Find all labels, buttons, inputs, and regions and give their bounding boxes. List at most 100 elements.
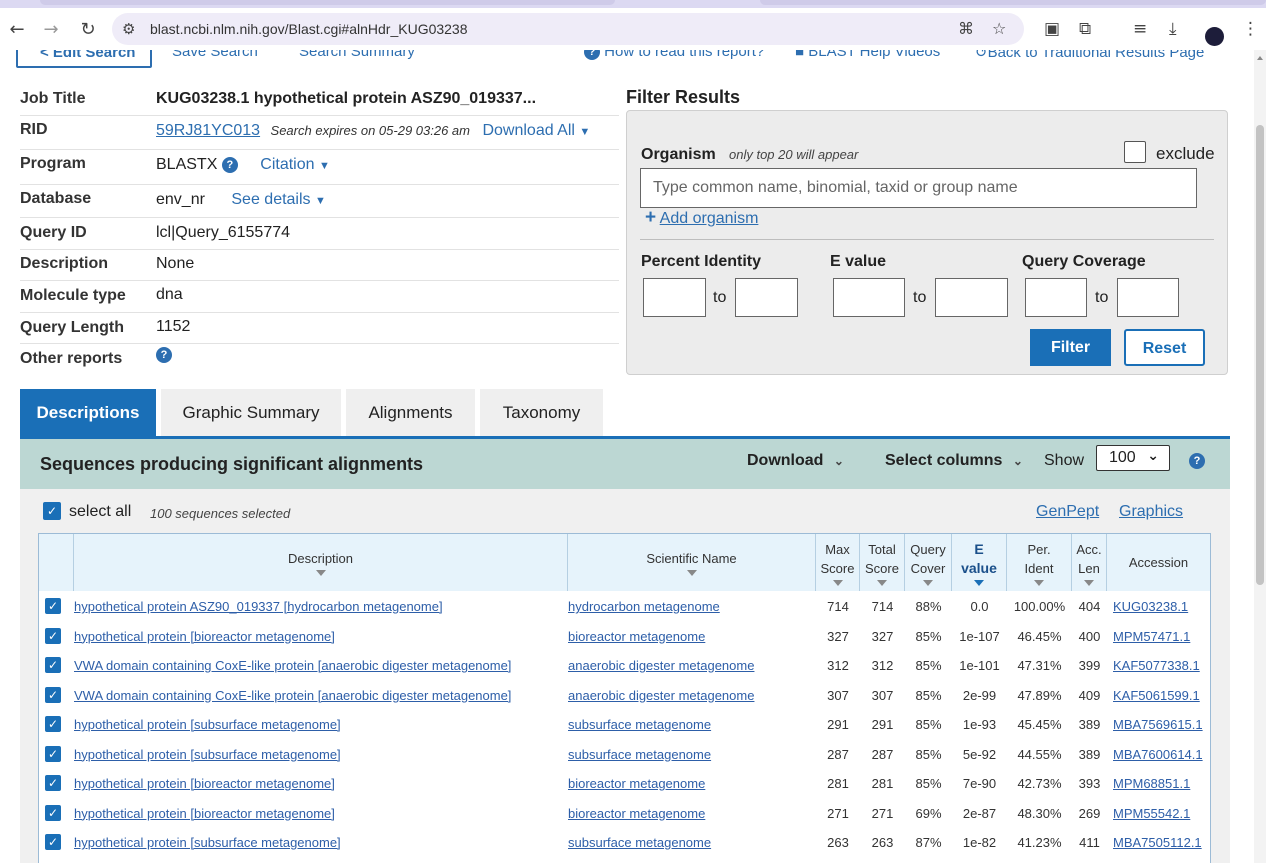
description-link[interactable]: VWA domain containing CoxE-like protein … [74, 688, 511, 703]
scientific-name-link[interactable]: bioreactor metagenome [568, 806, 705, 821]
percent-identity-min-input[interactable] [643, 278, 706, 317]
citation-dropdown[interactable]: Citation ▼ [260, 156, 330, 173]
profile-avatar[interactable] [1205, 27, 1224, 46]
select-all-checkbox[interactable]: ✓ [43, 502, 61, 520]
back-traditional-link[interactable]: ↺Back to Traditional Results Page [975, 50, 1204, 61]
genpept-link[interactable]: GenPept [1036, 503, 1099, 521]
row-checkbox[interactable]: ✓ [45, 686, 61, 703]
how-to-read-link[interactable]: ? How to read this report? [584, 50, 764, 61]
other-reports-help-icon[interactable]: ? [156, 346, 172, 363]
program-help-icon[interactable]: ? [221, 156, 238, 173]
rid-link[interactable]: 59RJ81YC013 [156, 122, 260, 139]
scientific-name-link[interactable]: bioreactor metagenome [568, 629, 705, 644]
header-accession[interactable]: Accession [1107, 534, 1210, 591]
scientific-name-link[interactable]: subsurface metagenome [568, 747, 711, 762]
description-link[interactable]: VWA domain containing CoxE-like protein … [74, 658, 511, 673]
query-cover-cell: 85% [915, 687, 942, 703]
percent-identity-max-input[interactable] [735, 278, 798, 317]
help-videos-link[interactable]: ■ BLAST Help Videos [795, 50, 940, 60]
see-details-dropdown[interactable]: See details ▼ [231, 191, 326, 208]
row-checkbox[interactable]: ✓ [45, 775, 61, 791]
select-columns-dropdown[interactable]: Select columns ⌄ [885, 452, 1023, 470]
description-link[interactable]: hypothetical protein [bioreactor metagen… [74, 776, 335, 791]
puzzle-icon[interactable]: ⧉ [1079, 19, 1091, 39]
accession-link[interactable]: MPM68851.1 [1113, 776, 1190, 791]
address-bar[interactable]: ⚙ blast.ncbi.nlm.nih.gov/Blast.cgi#alnHd… [112, 13, 1024, 45]
row-checkbox[interactable]: ✓ [45, 627, 61, 644]
forward-icon[interactable]: → [38, 16, 64, 42]
extension-icon[interactable]: ▣ [1044, 19, 1060, 39]
save-search-link[interactable]: Save Search [172, 50, 258, 60]
row-checkbox[interactable]: ✓ [45, 598, 61, 614]
accession-link[interactable]: MBA7569615.1 [1113, 717, 1203, 732]
site-info-icon[interactable]: ⚙ [122, 20, 135, 38]
page-scrollbar[interactable] [1254, 50, 1266, 863]
header-total-score[interactable]: Total Score [860, 534, 905, 591]
scrollbar-thumb[interactable] [1256, 125, 1264, 585]
back-icon[interactable]: ← [4, 16, 30, 42]
scientific-name-link[interactable]: anaerobic digester metagenome [568, 658, 754, 673]
header-max-score[interactable]: Max Score [816, 534, 860, 591]
download-all-dropdown[interactable]: Download All ▼ [482, 122, 590, 139]
row-checkbox[interactable]: ✓ [45, 716, 61, 732]
add-organism-link[interactable]: + Add organism [645, 207, 758, 229]
header-query-cover[interactable]: Query Cover [905, 534, 952, 591]
header-e-value[interactable]: Evalue [952, 534, 1007, 591]
accession-link[interactable]: KAF5061599.1 [1113, 688, 1200, 703]
row-checkbox[interactable]: ✓ [45, 745, 61, 762]
download-icon[interactable]: ⤓ [1169, 19, 1177, 39]
translate-icon[interactable]: ⌘ [958, 19, 974, 38]
description-link[interactable]: hypothetical protein [bioreactor metagen… [74, 806, 335, 821]
url-text: blast.ncbi.nlm.nih.gov/Blast.cgi#alnHdr_… [150, 21, 468, 37]
query-coverage-min-input[interactable] [1025, 278, 1087, 317]
description-link[interactable]: hypothetical protein [subsurface metagen… [74, 717, 341, 732]
filter-button[interactable]: Filter [1030, 329, 1111, 366]
search-summary-link[interactable]: Search Summary [299, 50, 415, 60]
show-count-select[interactable]: 100 ⌄ [1096, 445, 1170, 471]
query-coverage-max-input[interactable] [1117, 278, 1179, 317]
scientific-name-link[interactable]: anaerobic digester metagenome [568, 688, 754, 703]
tab-descriptions[interactable]: Descriptions [20, 389, 156, 436]
filter-results-title: Filter Results [626, 87, 741, 107]
acc-len-cell: 404 [1078, 599, 1101, 614]
organism-input[interactable]: Type common name, binomial, taxid or gro… [640, 168, 1197, 208]
header-per-ident[interactable]: Per. Ident [1007, 534, 1072, 591]
row-checkbox[interactable]: ✓ [45, 657, 61, 673]
row-checkbox[interactable]: ✓ [45, 834, 61, 850]
reload-icon[interactable]: ↻ [75, 16, 101, 42]
header-scientific-name[interactable]: Scientific Name [568, 534, 816, 591]
tab-taxonomy[interactable]: Taxonomy [480, 389, 603, 436]
edit-search-button[interactable]: < Edit Search [16, 50, 152, 68]
per-ident-cell: 44.55% [1017, 746, 1062, 762]
selected-count: 100 sequences selected [150, 506, 291, 521]
description-link[interactable]: hypothetical protein ASZ90_019337 [hydro… [74, 599, 443, 614]
exclude-checkbox[interactable] [1124, 141, 1146, 163]
reset-button[interactable]: Reset [1124, 329, 1205, 366]
e-value-max-input[interactable] [935, 278, 1008, 317]
accession-link[interactable]: KUG03238.1 [1113, 599, 1188, 614]
scientific-name-link[interactable]: subsurface metagenome [568, 835, 711, 850]
media-icon[interactable]: ≡ [1133, 19, 1147, 39]
e-value-min-input[interactable] [833, 278, 905, 317]
accession-link[interactable]: MBA7505112.1 [1113, 835, 1202, 850]
description-link[interactable]: hypothetical protein [bioreactor metagen… [74, 629, 335, 644]
scientific-name-link[interactable]: bioreactor metagenome [568, 776, 705, 791]
accession-link[interactable]: MPM57471.1 [1113, 629, 1190, 644]
menu-icon[interactable]: ⋮ [1242, 19, 1259, 39]
header-acc-len[interactable]: Acc. Len [1072, 534, 1107, 591]
download-dropdown[interactable]: Download ⌄ [747, 452, 844, 470]
description-link[interactable]: hypothetical protein [subsurface metagen… [74, 747, 341, 762]
header-description[interactable]: Description [74, 534, 568, 591]
accession-link[interactable]: KAF5077338.1 [1113, 658, 1200, 673]
accession-link[interactable]: MPM55542.1 [1113, 806, 1190, 821]
results-help-icon[interactable]: ? [1189, 453, 1205, 469]
scientific-name-link[interactable]: hydrocarbon metagenome [568, 599, 720, 614]
row-checkbox[interactable]: ✓ [45, 804, 61, 821]
graphics-link[interactable]: Graphics [1119, 503, 1183, 521]
tab-graphic-summary[interactable]: Graphic Summary [161, 389, 341, 436]
tab-alignments[interactable]: Alignments [346, 389, 475, 436]
scientific-name-link[interactable]: subsurface metagenome [568, 717, 711, 732]
bookmark-star-icon[interactable]: ☆ [992, 19, 1006, 38]
accession-link[interactable]: MBA7600614.1 [1113, 747, 1203, 762]
description-link[interactable]: hypothetical protein [subsurface metagen… [74, 835, 341, 850]
